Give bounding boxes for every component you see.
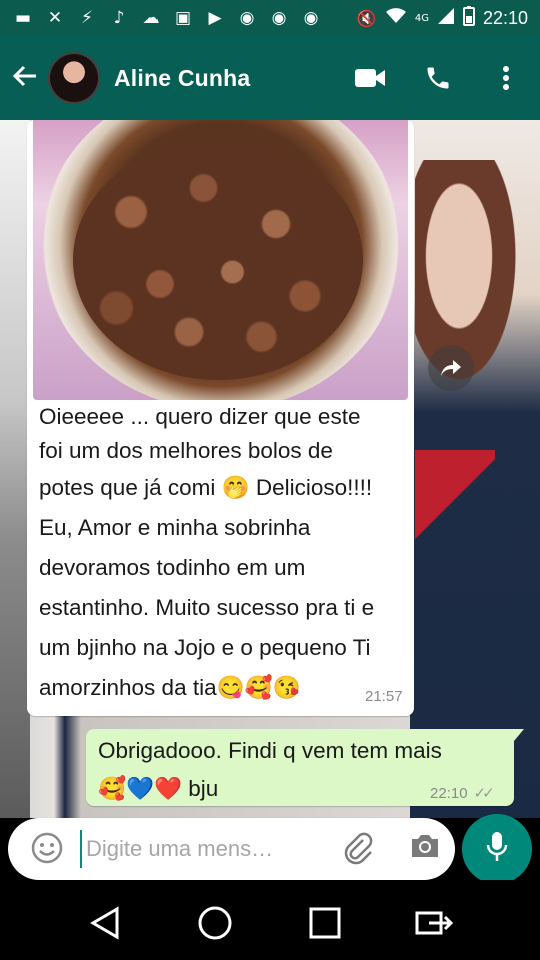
back-arrow-icon[interactable] [2, 61, 48, 96]
wifi-icon [385, 7, 407, 29]
chrome-icon: ◉ [271, 8, 287, 28]
compose-bar [0, 814, 540, 884]
message-line: devoramos todinho em um [39, 555, 306, 580]
video-call-icon[interactable] [336, 36, 404, 120]
camera-icon[interactable] [408, 831, 444, 867]
cloud-icon: ☁ [142, 8, 160, 28]
compose-field [8, 818, 455, 880]
signal-icon [437, 7, 455, 29]
mic-button[interactable] [462, 814, 532, 884]
forward-icon[interactable] [428, 345, 474, 391]
message-meta: 22:10 ✓✓ [430, 784, 495, 803]
chrome-icon: ◉ [239, 8, 255, 28]
message-time: 22:10 [430, 784, 468, 802]
chocolate-chips-image [73, 140, 363, 380]
message-line: foi um dos melhores bolos de [39, 438, 333, 463]
tiktok-icon: ♪ [113, 8, 125, 28]
message-input[interactable] [80, 830, 320, 868]
wallpaper-left [0, 120, 30, 818]
message-line: Oieeeee ... quero dizer que este [39, 404, 361, 429]
message-text-incoming: Oieeeee ... quero dizer que este foi um … [39, 400, 405, 708]
bubble-tail [514, 729, 524, 741]
nav-home-icon[interactable] [185, 893, 245, 953]
header-actions [336, 36, 540, 120]
notification-icons: ▬ ✕ ⚡ ♪ ☁ ▣ ▶ ◉ ◉ ◉ [12, 8, 322, 28]
status-bar: ▬ ✕ ⚡ ♪ ☁ ▣ ▶ ◉ ◉ ◉ 🔇 4G 22:10 [0, 0, 540, 36]
message-line: Eu, Amor e minha sobrinha [39, 515, 311, 540]
wallpaper-hoodie [415, 450, 495, 590]
message-line: um bjinho na Jojo e o pequeno Ti [39, 635, 371, 660]
battery-icon [462, 6, 475, 30]
system-navigation [0, 886, 540, 960]
more-vert-icon[interactable] [472, 36, 540, 120]
mic-icon [485, 830, 509, 868]
emoji-icon[interactable] [30, 831, 66, 867]
status-time: 22:10 [482, 7, 528, 28]
attach-icon[interactable] [341, 831, 377, 867]
system-icons: 🔇 4G 22:10 [357, 6, 528, 30]
missed-call-icon: ✕ [47, 8, 63, 28]
mute-icon: 🔇 [356, 8, 377, 28]
message-photo[interactable] [33, 120, 408, 400]
message-time: 21:57 [365, 688, 403, 705]
message-line: amorzinhos da tia😋🥰😘 [39, 675, 301, 700]
message-line: Obrigadooo. Findi q vem tem mais [98, 738, 442, 763]
message-icon: ▬ [14, 8, 32, 28]
read-receipt-icon: ✓✓ [473, 785, 495, 802]
avatar[interactable] [48, 52, 100, 104]
chat-header: Aline Cunha [0, 36, 540, 120]
youtube-icon: ▶ [208, 8, 222, 28]
message-line: estantinho. Muito sucesso pra ti e [39, 595, 375, 620]
chrome-icon: ◉ [303, 8, 319, 28]
contact-name[interactable]: Aline Cunha [114, 65, 250, 92]
message-line: potes que já comi 🤭 Delicioso!!!! [39, 475, 373, 500]
network-type: 4G [414, 12, 429, 24]
gallery-icon: ▣ [174, 8, 192, 28]
phone-icon[interactable] [404, 36, 472, 120]
nav-switch-icon[interactable] [405, 893, 465, 953]
nav-recents-icon[interactable] [295, 893, 355, 953]
messenger-icon: ⚡ [81, 8, 93, 28]
nav-back-icon[interactable] [75, 893, 135, 953]
chat-area[interactable]: Oieeeee ... quero dizer que este foi um … [0, 120, 540, 818]
